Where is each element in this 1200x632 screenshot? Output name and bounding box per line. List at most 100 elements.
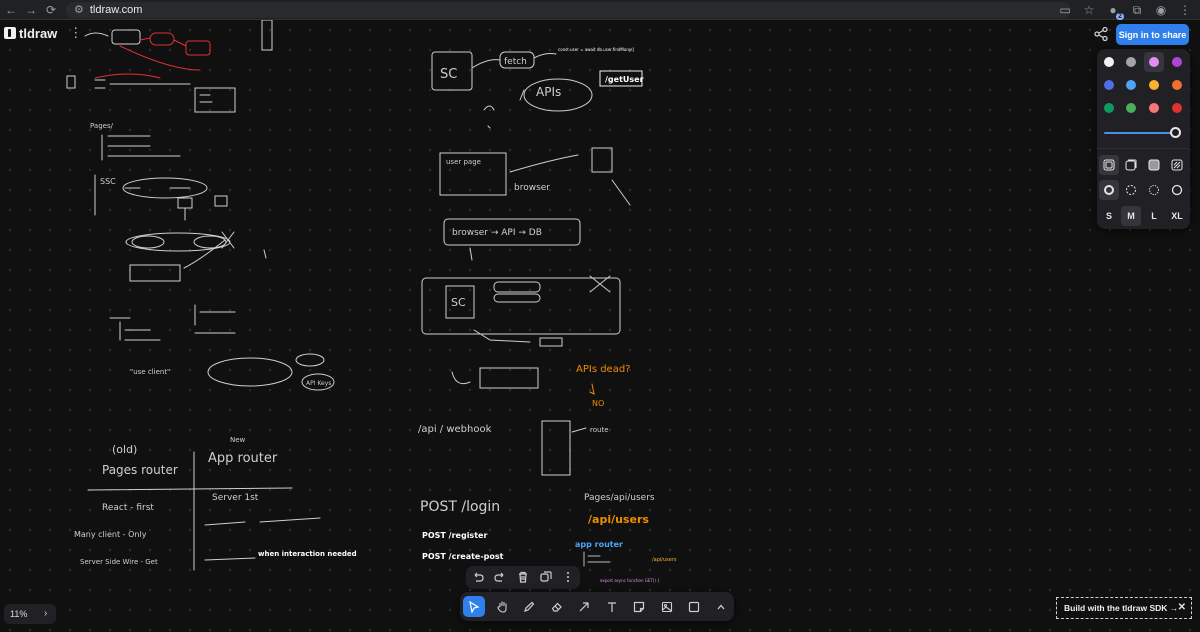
pages-list-sketch: Pages/ <box>90 122 181 161</box>
color-swatch[interactable] <box>1172 103 1182 113</box>
sign-in-button[interactable]: Sign in to share <box>1116 24 1189 45</box>
router-comparison-table: (old) Pages router New App router React … <box>74 436 357 571</box>
dash-draw-icon[interactable] <box>1103 184 1115 196</box>
close-icon[interactable]: ✕ <box>1178 602 1186 613</box>
address-bar[interactable]: ⚙ tldraw.com <box>66 1 1071 18</box>
profile-avatar-icon[interactable]: ◉ <box>1152 1 1170 19</box>
svg-text:/api/users: /api/users <box>652 557 677 563</box>
svg-text:export async function GET() {: export async function GET() { <box>600 578 660 583</box>
color-swatch[interactable] <box>1104 103 1114 113</box>
svg-text:const user = await db.user.fin: const user = await db.user.findMany() <box>558 47 635 52</box>
fill-semi-icon[interactable] <box>1125 159 1137 171</box>
browser-api-db-flow: browser → API → DB SC <box>421 218 621 347</box>
rectangle-tool[interactable] <box>683 596 705 617</box>
browser-toolbar: ← → ⟳ ⚙ tldraw.com ▭ ☆ ● 2 ⧉ ◉ ⋮ <box>0 0 1200 20</box>
share-icon[interactable] <box>1093 26 1109 42</box>
svg-text:Many client - Only: Many client - Only <box>74 530 147 539</box>
bookmark-star-icon[interactable]: ☆ <box>1080 1 1098 19</box>
reload-icon[interactable]: ⟳ <box>42 1 60 19</box>
color-swatch[interactable] <box>1172 80 1182 90</box>
svg-text:/api/users: /api/users <box>588 513 649 526</box>
fill-solid-icon[interactable] <box>1148 159 1160 171</box>
arrow-tool[interactable] <box>573 596 595 617</box>
cursor-icon <box>469 600 480 613</box>
color-swatch[interactable] <box>1126 57 1136 67</box>
delete-icon[interactable] <box>516 570 530 584</box>
main-toolbar <box>460 592 734 621</box>
back-icon[interactable]: ← <box>2 1 20 19</box>
svg-text:SC: SC <box>451 296 466 309</box>
color-swatch[interactable] <box>1104 80 1114 90</box>
svg-text:/api / webhook: /api / webhook <box>418 424 492 435</box>
dash-dotted-icon[interactable] <box>1148 184 1160 196</box>
apis-dead-sketch: APIs dead? NO <box>451 364 631 408</box>
size-xl-button[interactable]: XL <box>1167 209 1187 223</box>
chevron-right-icon[interactable]: › <box>44 608 47 619</box>
redo-icon[interactable] <box>493 570 507 584</box>
svg-text:browser: browser <box>514 183 550 193</box>
duplicate-icon[interactable] <box>539 570 553 584</box>
chevron-up-icon <box>717 604 725 609</box>
svg-text:React - first: React - first <box>102 503 154 513</box>
asset-tool[interactable] <box>656 596 678 617</box>
text-icon <box>608 601 616 612</box>
image-icon <box>661 601 673 612</box>
hand-icon <box>496 601 507 613</box>
drawing-canvas[interactable]: Pages/ SSC "use client" API Keys (old) P… <box>0 20 1200 632</box>
hand-tool[interactable] <box>491 596 513 617</box>
svg-text:SSC: SSC <box>100 177 116 186</box>
zoom-control[interactable]: 11% › <box>4 604 56 624</box>
dash-solid-icon[interactable] <box>1171 184 1183 196</box>
svg-text:Server 1st: Server 1st <box>212 493 259 503</box>
forward-icon[interactable]: → <box>22 1 40 19</box>
browser-menu-icon[interactable]: ⋮ <box>1176 1 1194 19</box>
more-tools[interactable] <box>710 596 732 617</box>
draw-tool[interactable] <box>518 596 540 617</box>
sketch-layer: Pages/ SSC "use client" API Keys (old) P… <box>66 20 677 583</box>
svg-text:App router: App router <box>208 451 278 466</box>
opacity-slider-track[interactable] <box>1104 132 1176 134</box>
fill-none-icon[interactable] <box>1103 159 1115 171</box>
tldraw-logo-icon <box>4 27 16 39</box>
color-swatch[interactable] <box>1149 103 1159 113</box>
actions-bar <box>466 566 580 589</box>
svg-text:Pages router: Pages router <box>102 463 178 477</box>
color-swatch[interactable] <box>1104 57 1114 67</box>
eraser-tool[interactable] <box>546 596 568 617</box>
opacity-slider-handle[interactable] <box>1170 127 1181 138</box>
sc-fetch-apis-sketch: SC fetch const user = await db.user.find… <box>431 47 644 129</box>
color-swatch[interactable] <box>1126 103 1136 113</box>
topleft-sketch <box>66 20 273 113</box>
main-menu-icon[interactable]: ⋮ <box>63 25 88 41</box>
ssc-sketch: SSC <box>94 174 267 282</box>
url-text: tldraw.com <box>89 3 143 16</box>
select-tool[interactable] <box>463 596 485 617</box>
text-tool[interactable] <box>601 596 623 617</box>
webhook-route-sketch: /api / webhook route <box>418 420 609 476</box>
sdk-banner[interactable]: Build with the tldraw SDK → ✕ <box>1056 597 1192 619</box>
color-swatch[interactable] <box>1149 57 1159 67</box>
svg-text:SC: SC <box>440 67 457 82</box>
svg-text:fetch: fetch <box>504 57 527 67</box>
svg-text:NO: NO <box>592 399 604 408</box>
puzzle-extensions-icon[interactable]: ⧉ <box>1128 1 1146 19</box>
color-swatch[interactable] <box>1149 80 1159 90</box>
undo-icon[interactable] <box>471 570 485 584</box>
site-info-icon[interactable]: ⚙ <box>74 3 84 16</box>
dash-dashed-icon[interactable] <box>1125 184 1137 196</box>
svg-text:"use client": "use client" <box>130 368 170 376</box>
tldraw-logo[interactable]: tldraw <box>4 26 57 41</box>
svg-text:APIs: APIs <box>536 85 561 99</box>
extension-icon[interactable]: ● 2 <box>1104 1 1124 20</box>
size-s-button[interactable]: S <box>1099 209 1119 223</box>
size-m-button[interactable]: M <box>1121 209 1141 223</box>
color-swatch[interactable] <box>1172 57 1182 67</box>
eraser-icon <box>551 602 562 612</box>
color-swatch[interactable] <box>1126 80 1136 90</box>
install-app-icon[interactable]: ▭ <box>1056 1 1074 19</box>
fill-pattern-icon[interactable] <box>1171 159 1183 171</box>
note-tool[interactable] <box>628 596 650 617</box>
more-actions-icon[interactable] <box>561 570 575 584</box>
size-l-button[interactable]: L <box>1144 209 1164 223</box>
sticky-note-icon <box>633 601 645 612</box>
